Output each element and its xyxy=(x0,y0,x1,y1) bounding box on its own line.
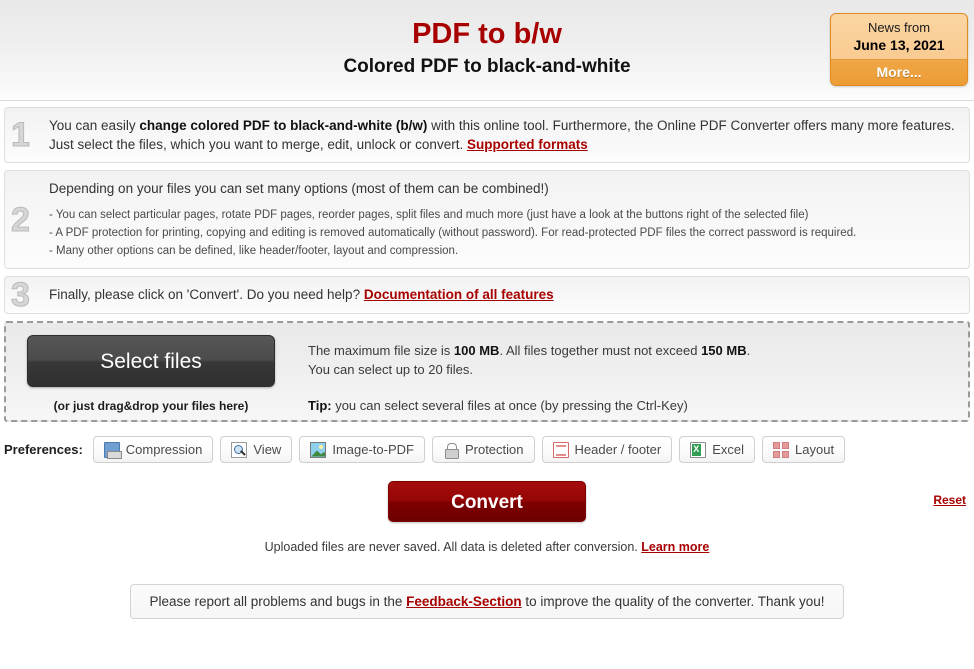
image-icon xyxy=(310,441,327,458)
step-3-number: 3 xyxy=(11,276,31,314)
learn-more-link[interactable]: Learn more xyxy=(641,540,709,554)
max-file-size-value: 100 MB xyxy=(453,343,500,358)
step-1: 1 You can easily change colored PDF to b… xyxy=(4,107,970,163)
document-icon xyxy=(552,441,569,458)
privacy-text: Uploaded files are never saved. All data… xyxy=(264,540,642,554)
pref-button-layout-label: Layout xyxy=(795,442,835,457)
instruction-steps: 1 You can easily change colored PDF to b… xyxy=(0,101,974,314)
step-1-lead: You can easily xyxy=(49,118,140,133)
feedback-wrapper: Please report all problems and bugs in t… xyxy=(0,584,974,619)
file-limits-info: The maximum file size is 100 MB. All fil… xyxy=(282,335,750,415)
step-1-bold: change colored PDF to black-and-white (b… xyxy=(139,118,428,133)
news-label: News from xyxy=(867,20,931,35)
step-2-bullets: - You can select particular pages, rotat… xyxy=(49,206,959,260)
select-files-button[interactable]: Select files xyxy=(27,335,275,387)
news-box-info: News from June 13, 2021 xyxy=(831,14,967,59)
max-size-tail: . xyxy=(746,343,751,358)
pref-button-header-footer-label: Header / footer xyxy=(574,442,662,457)
news-more-button[interactable]: More... xyxy=(831,59,967,85)
news-box[interactable]: News from June 13, 2021 More... xyxy=(830,13,968,86)
pref-button-protection[interactable]: Protection xyxy=(431,436,535,463)
pref-button-protection-label: Protection xyxy=(464,442,524,457)
lock-icon xyxy=(443,442,459,459)
pref-button-excel[interactable]: Excel xyxy=(679,436,756,463)
privacy-note: Uploaded files are never saved. All data… xyxy=(0,540,974,554)
max-size-mid: . All files together must not exceed xyxy=(499,343,702,358)
pref-button-view[interactable]: View xyxy=(220,436,293,463)
reset-link[interactable]: Reset xyxy=(933,493,966,507)
convert-button[interactable]: Convert xyxy=(388,481,586,522)
step-2-number: 2 xyxy=(11,200,31,239)
file-count-line: You can select up to 20 files. xyxy=(308,362,474,377)
pref-button-excel-label: Excel xyxy=(712,442,745,457)
max-size-lead: The maximum file size is xyxy=(308,343,454,358)
header-title-block: PDF to b/w Colored PDF to black-and-whit… xyxy=(0,0,974,80)
preferences-toolbar: Preferences: Compression View Image-to-P… xyxy=(0,422,974,463)
news-date: June 13, 2021 xyxy=(853,37,945,53)
supported-formats-link[interactable]: Supported formats xyxy=(467,137,588,152)
pref-button-compression-label: Compression xyxy=(125,442,203,457)
compression-icon xyxy=(103,441,122,459)
step-3: 3 Finally, please click on 'Convert'. Do… xyxy=(4,276,970,314)
step-1-number: 1 xyxy=(11,116,31,154)
documentation-link[interactable]: Documentation of all features xyxy=(364,287,554,302)
feedback-section-link[interactable]: Feedback-Section xyxy=(406,594,522,609)
page-title: PDF to b/w xyxy=(412,18,562,50)
pref-button-image-to-pdf[interactable]: Image-to-PDF xyxy=(299,436,425,463)
step-2-bullet-3: - Many other options can be defined, lik… xyxy=(49,245,459,257)
step-3-text: Finally, please click on 'Convert'. Do y… xyxy=(49,285,959,304)
feedback-tail: to improve the quality of the converter.… xyxy=(521,594,825,609)
excel-icon xyxy=(690,441,707,458)
total-size-value: 150 MB xyxy=(701,343,747,358)
step-2-bullet-1: - You can select particular pages, rotat… xyxy=(49,209,809,221)
feedback-lead: Please report all problems and bugs in t… xyxy=(149,594,407,609)
step-2: 2 Depending on your files you can set ma… xyxy=(4,170,970,269)
step-1-text: You can easily change colored PDF to bla… xyxy=(49,116,959,154)
preferences-label: Preferences: xyxy=(4,442,83,457)
pref-button-header-footer[interactable]: Header / footer xyxy=(541,436,673,463)
step-3-lead: Finally, please click on 'Convert'. Do y… xyxy=(49,287,364,302)
file-drop-area[interactable]: Select files (or just drag&drop your fil… xyxy=(4,321,970,422)
select-files-column: Select files (or just drag&drop your fil… xyxy=(20,335,282,413)
drag-drop-hint: (or just drag&drop your files here) xyxy=(53,399,249,413)
layout-grid-icon xyxy=(773,441,790,458)
pref-button-layout[interactable]: Layout xyxy=(762,436,846,463)
page-header: PDF to b/w Colored PDF to black-and-whit… xyxy=(0,0,974,101)
convert-row: Convert Reset xyxy=(0,481,974,523)
pref-button-compression[interactable]: Compression xyxy=(92,436,214,463)
pref-button-view-label: View xyxy=(253,442,282,457)
tip-text: you can select several files at once (by… xyxy=(331,398,688,413)
tip-line: Tip: you can select several files at onc… xyxy=(308,396,750,415)
pref-button-image-to-pdf-label: Image-to-PDF xyxy=(332,442,414,457)
feedback-box: Please report all problems and bugs in t… xyxy=(130,584,844,619)
tip-label: Tip: xyxy=(308,398,332,413)
step-2-bullet-2: - A PDF protection for printing, copying… xyxy=(49,227,857,239)
magnifier-icon xyxy=(231,441,248,458)
step-2-heading: Depending on your files you can set many… xyxy=(49,181,549,196)
max-size-line: The maximum file size is 100 MB. All fil… xyxy=(308,341,750,360)
page-subtitle: Colored PDF to black-and-white xyxy=(343,56,631,77)
